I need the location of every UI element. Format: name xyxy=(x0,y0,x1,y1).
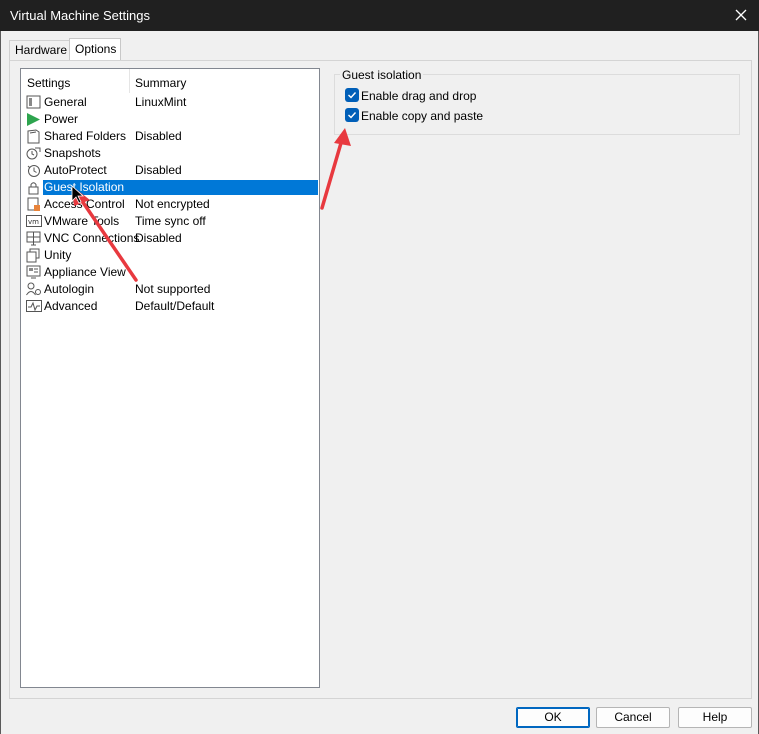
settings-item-label: Advanced xyxy=(44,299,98,313)
settings-item-summary: Not encrypted xyxy=(135,197,210,211)
settings-item-label: Snapshots xyxy=(44,146,101,160)
copy-and-paste-checkbox[interactable] xyxy=(345,108,359,122)
checkmark-icon xyxy=(348,92,357,99)
column-header-settings[interactable]: Settings xyxy=(27,76,70,90)
shared-folders-icon xyxy=(26,129,42,144)
settings-item-summary: LinuxMint xyxy=(135,95,187,109)
ok-button[interactable]: OK xyxy=(516,707,590,728)
settings-item-vnc-connections[interactable]: VNC Connections Disabled xyxy=(21,230,319,247)
vmware-tools-icon: vm xyxy=(26,214,42,229)
group-title: Guest isolation xyxy=(340,68,424,82)
settings-item-label: VMware Tools xyxy=(44,214,120,228)
settings-item-shared-folders[interactable]: Shared Folders Disabled xyxy=(21,128,319,145)
guest-isolation-group xyxy=(334,74,740,135)
cancel-button[interactable]: Cancel xyxy=(596,707,670,728)
power-play-icon xyxy=(26,112,42,127)
drag-and-drop-label[interactable]: Enable drag and drop xyxy=(361,89,476,103)
settings-item-access-control[interactable]: Access Control Not encrypted xyxy=(21,196,319,213)
settings-item-autologin[interactable]: Autologin Not supported xyxy=(21,281,319,298)
settings-item-label: Unity xyxy=(44,248,72,262)
settings-item-label: Power xyxy=(44,112,79,126)
settings-item-label: Guest Isolation xyxy=(43,180,318,195)
settings-item-label: Appliance View xyxy=(44,265,126,279)
settings-item-label: Shared Folders xyxy=(44,129,127,143)
column-header-summary[interactable]: Summary xyxy=(135,76,186,90)
settings-item-summary: Not supported xyxy=(135,282,211,296)
svg-text:vm: vm xyxy=(28,218,39,226)
settings-item-label: Autologin xyxy=(44,282,95,296)
settings-item-snapshots[interactable]: Snapshots xyxy=(21,145,319,162)
general-icon xyxy=(26,95,42,110)
autoprotect-clock-icon xyxy=(26,163,42,178)
settings-item-appliance-view[interactable]: Appliance View xyxy=(21,264,319,281)
checkmark-icon xyxy=(348,112,357,119)
settings-item-power[interactable]: Power xyxy=(21,111,319,128)
advanced-icon xyxy=(26,299,42,314)
settings-item-guest-isolation[interactable]: Guest Isolation xyxy=(21,179,319,196)
settings-item-summary: Time sync off xyxy=(135,214,206,228)
unity-icon xyxy=(26,248,42,263)
drag-and-drop-checkbox[interactable] xyxy=(345,88,359,102)
column-divider[interactable] xyxy=(129,69,130,93)
autologin-icon xyxy=(26,282,42,297)
lock-icon xyxy=(26,180,42,195)
title-bar: Virtual Machine Settings xyxy=(0,0,759,31)
tab-options[interactable]: Options xyxy=(69,38,121,61)
settings-item-unity[interactable]: Unity xyxy=(21,247,319,264)
settings-item-summary: Disabled xyxy=(135,163,182,177)
window-title: Virtual Machine Settings xyxy=(10,8,150,23)
settings-item-summary: Disabled xyxy=(135,129,182,143)
help-button[interactable]: Help xyxy=(678,707,752,728)
settings-item-label: General xyxy=(44,95,87,109)
tab-hardware[interactable]: Hardware xyxy=(9,40,74,60)
vnc-icon xyxy=(26,231,42,246)
settings-item-autoprotect[interactable]: AutoProtect Disabled xyxy=(21,162,319,179)
settings-item-label: AutoProtect xyxy=(44,163,107,177)
appliance-view-icon xyxy=(26,265,42,280)
settings-item-summary: Disabled xyxy=(135,231,182,245)
list-header: Settings Summary xyxy=(21,69,319,93)
settings-item-summary: Default/Default xyxy=(135,299,215,313)
close-icon[interactable] xyxy=(731,5,751,25)
access-control-icon xyxy=(26,197,42,212)
settings-item-general[interactable]: General LinuxMint xyxy=(21,94,319,111)
settings-item-label: Access Control xyxy=(44,197,125,211)
settings-item-advanced[interactable]: Advanced Default/Default xyxy=(21,298,319,315)
copy-and-paste-label[interactable]: Enable copy and paste xyxy=(361,109,483,123)
snapshots-icon xyxy=(26,146,42,161)
window-border-left xyxy=(0,31,1,734)
settings-item-label: VNC Connections xyxy=(44,231,140,245)
settings-item-vmware-tools[interactable]: vm VMware Tools Time sync off xyxy=(21,213,319,230)
settings-list[interactable]: Settings Summary General LinuxMint Power… xyxy=(20,68,320,688)
